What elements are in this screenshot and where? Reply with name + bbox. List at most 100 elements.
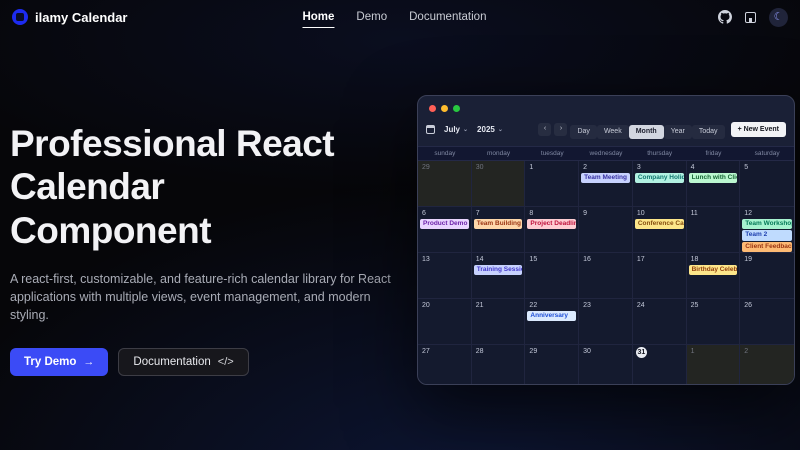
calendar-event[interactable]: Project Deadline — [527, 219, 576, 230]
npm-icon — [745, 12, 756, 23]
documentation-button[interactable]: Documentation </> — [118, 348, 248, 376]
calendar-day-cell[interactable]: 30 — [579, 345, 633, 386]
day-number: 4 — [687, 161, 740, 172]
calendar-event[interactable]: Training Session — [474, 265, 523, 276]
day-header-saturday: saturday — [740, 147, 794, 160]
calendar-event[interactable]: Conference Call — [635, 219, 684, 230]
calendar-day-cell[interactable]: 2Team Meeting — [579, 161, 633, 207]
calendar-day-cell[interactable]: 14Training Session — [472, 253, 526, 299]
view-button-year[interactable]: Year — [664, 125, 692, 139]
calendar-day-cell[interactable]: 1 — [525, 161, 579, 207]
calendar-day-cell[interactable]: 20 — [418, 299, 472, 345]
github-icon — [718, 10, 732, 24]
calendar-day-cell[interactable]: 18Birthday Celebration — [687, 253, 741, 299]
minimize-window-icon[interactable] — [441, 105, 448, 112]
close-window-icon[interactable] — [429, 105, 436, 112]
day-number: 21 — [472, 299, 525, 310]
next-button[interactable]: › — [554, 123, 567, 136]
view-button-month[interactable]: Month — [629, 125, 664, 139]
calendar-day-cell[interactable]: 6Product Demo — [418, 207, 472, 253]
calendar-day-cell[interactable]: 30 — [472, 161, 526, 207]
month-select[interactable]: July ⌄ — [444, 125, 468, 134]
code-icon: </> — [218, 356, 234, 368]
prev-button[interactable]: ‹ — [538, 123, 551, 136]
day-number: 28 — [472, 345, 525, 356]
theme-toggle[interactable]: ☾ — [769, 8, 788, 27]
calendar-day-cell[interactable]: 22Anniversary — [525, 299, 579, 345]
calendar-event[interactable]: Company Holiday — [635, 173, 684, 184]
brand-logo-icon — [12, 9, 28, 25]
try-demo-button[interactable]: Try Demo → — [10, 348, 108, 376]
nav-link-demo[interactable]: Demo — [356, 7, 387, 27]
npm-button[interactable] — [745, 12, 756, 23]
nav-link-home[interactable]: Home — [302, 7, 334, 28]
new-event-button[interactable]: + New Event — [731, 122, 786, 137]
calendar-grid: 293012Team Meeting3Company Holiday4Lunch… — [418, 161, 794, 386]
calendar-event[interactable]: Lunch with Client — [689, 173, 738, 184]
calendar-day-cell[interactable]: 15 — [525, 253, 579, 299]
nav-link-documentation[interactable]: Documentation — [409, 7, 486, 27]
calendar-day-cell[interactable]: 26 — [740, 299, 794, 345]
view-button-week[interactable]: Week — [597, 125, 629, 139]
calendar-toolbar-left: July ⌄ 2025 ⌄ — [426, 125, 503, 134]
day-number: 19 — [740, 253, 794, 264]
arrow-right-icon: → — [83, 356, 94, 368]
page-title: Professional React Calendar Component — [10, 122, 355, 252]
calendar-preview-window: July ⌄ 2025 ⌄ ‹ › DayWeekMonthYearToday … — [417, 95, 795, 385]
hero-description: A react-first, customizable, and feature… — [10, 270, 410, 324]
github-button[interactable] — [718, 10, 732, 24]
day-number: 15 — [525, 253, 578, 264]
calendar-day-cell[interactable]: 31 — [633, 345, 687, 386]
day-number: 7 — [472, 207, 525, 218]
calendar-event[interactable]: Anniversary — [527, 311, 576, 322]
day-header-friday: friday — [687, 147, 741, 160]
calendar-event[interactable]: Team 2 — [742, 230, 792, 241]
year-select[interactable]: 2025 ⌄ — [477, 125, 503, 134]
calendar-day-cell[interactable]: 29 — [418, 161, 472, 207]
calendar-event[interactable]: Birthday Celebration — [689, 265, 738, 276]
try-demo-label: Try Demo — [24, 356, 76, 368]
calendar-day-cell[interactable]: 21 — [472, 299, 526, 345]
day-header-monday: monday — [472, 147, 526, 160]
view-button-today[interactable]: Today — [692, 125, 725, 139]
calendar-day-cell[interactable]: 19 — [740, 253, 794, 299]
calendar-day-cell[interactable]: 3Company Holiday — [633, 161, 687, 207]
brand[interactable]: ilamy Calendar — [12, 9, 128, 25]
calendar-day-cell[interactable]: 25 — [687, 299, 741, 345]
calendar-event[interactable]: Team Workshop — [742, 219, 792, 230]
calendar-day-cell[interactable]: 16 — [579, 253, 633, 299]
day-number: 8 — [525, 207, 578, 218]
calendar-day-cell[interactable]: 5 — [740, 161, 794, 207]
calendar-day-cell[interactable]: 12Team WorkshopTeam 2Client Feedback Ses… — [740, 207, 794, 253]
calendar-day-cell[interactable]: 10Conference Call — [633, 207, 687, 253]
calendar-day-cell[interactable]: 2 — [740, 345, 794, 386]
calendar-day-cell[interactable]: 24 — [633, 299, 687, 345]
calendar-day-cell[interactable]: 7Team Building — [472, 207, 526, 253]
calendar-toolbar-right: ‹ › DayWeekMonthYearToday + New Event — [538, 120, 786, 139]
calendar-event[interactable]: Product Demo — [420, 219, 469, 230]
calendar-day-cell[interactable]: 28 — [472, 345, 526, 386]
day-number: 14 — [472, 253, 525, 264]
chevron-right-icon: › — [560, 125, 562, 132]
day-number: 22 — [525, 299, 578, 310]
calendar-day-cell[interactable]: 4Lunch with Client — [687, 161, 741, 207]
calendar-icon — [426, 125, 435, 134]
day-number: 27 — [418, 345, 471, 356]
day-header-thursday: thursday — [633, 147, 687, 160]
calendar-day-cell[interactable]: 13 — [418, 253, 472, 299]
calendar-day-cell[interactable]: 29 — [525, 345, 579, 386]
maximize-window-icon[interactable] — [453, 105, 460, 112]
today-badge: 31 — [636, 347, 647, 358]
calendar-day-cell[interactable]: 1 — [687, 345, 741, 386]
calendar-event[interactable]: Team Building — [474, 219, 523, 230]
calendar-day-cell[interactable]: 11 — [687, 207, 741, 253]
calendar-day-cell[interactable]: 17 — [633, 253, 687, 299]
calendar-event[interactable]: Client Feedback Sessi — [742, 242, 792, 253]
view-button-day[interactable]: Day — [570, 125, 596, 139]
calendar-event[interactable]: Team Meeting — [581, 173, 630, 184]
calendar-day-cell[interactable]: 9 — [579, 207, 633, 253]
chevron-down-icon: ⌄ — [498, 126, 503, 133]
calendar-day-cell[interactable]: 27 — [418, 345, 472, 386]
calendar-day-cell[interactable]: 23 — [579, 299, 633, 345]
calendar-day-cell[interactable]: 8Project Deadline — [525, 207, 579, 253]
